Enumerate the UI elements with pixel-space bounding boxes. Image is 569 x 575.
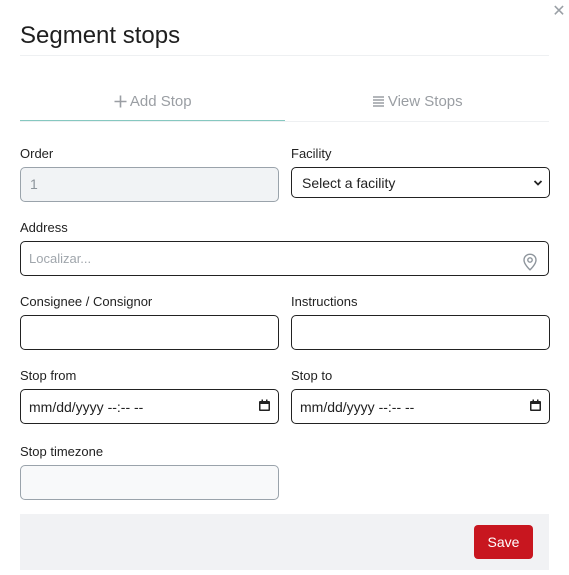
list-icon (371, 94, 386, 109)
stop-to-datetime[interactable]: mm/dd/yyyy --:-- -- (291, 389, 550, 424)
order-value: 1 (30, 176, 38, 192)
instructions-field[interactable] (291, 315, 550, 350)
facility-label: Facility (291, 146, 332, 161)
modal-footer: Save (20, 514, 549, 570)
location-pin-icon[interactable] (522, 250, 538, 283)
tab-add-stop-label: Add Stop (129, 92, 192, 110)
stop-from-datetime[interactable]: mm/dd/yyyy --:-- -- (20, 389, 279, 424)
segment-stops-modal: ✕ Segment stops Add Stop View Stops Orde… (0, 0, 569, 575)
close-icon[interactable]: ✕ (551, 4, 567, 20)
order-label: Order (20, 146, 54, 161)
stop-to-label: Stop to (291, 368, 333, 383)
plus-icon (113, 94, 128, 109)
calendar-icon[interactable] (258, 399, 271, 415)
address-label: Address (20, 220, 68, 235)
address-input[interactable]: Localizar... (20, 241, 549, 276)
facility-select[interactable]: Select a facility (291, 167, 550, 198)
stop-timezone-field[interactable] (20, 465, 279, 500)
address-placeholder: Localizar... (29, 251, 92, 266)
consignee-field[interactable] (20, 315, 279, 350)
tab-view-stops-label: View Stops (387, 93, 463, 110)
title-divider (20, 55, 549, 56)
stop-from-label: Stop from (20, 368, 77, 383)
stop-timezone-label: Stop timezone (20, 444, 104, 459)
calendar-icon[interactable] (529, 399, 542, 415)
tab-view-stops[interactable]: View Stops (285, 86, 550, 121)
stop-from-value: mm/dd/yyyy --:-- -- (29, 398, 144, 415)
consignee-label: Consignee / Consignor (20, 294, 153, 309)
chevron-down-icon (533, 175, 543, 191)
stop-to-value: mm/dd/yyyy --:-- -- (300, 398, 415, 415)
tab-add-stop[interactable]: Add Stop (20, 86, 285, 121)
save-button[interactable]: Save (474, 525, 533, 559)
instructions-label: Instructions (291, 294, 358, 309)
order-field: 1 (20, 167, 279, 202)
tab-bar: Add Stop View Stops (20, 86, 549, 122)
facility-selected-value: Select a facility (302, 174, 396, 191)
page-title: Segment stops (20, 22, 181, 49)
